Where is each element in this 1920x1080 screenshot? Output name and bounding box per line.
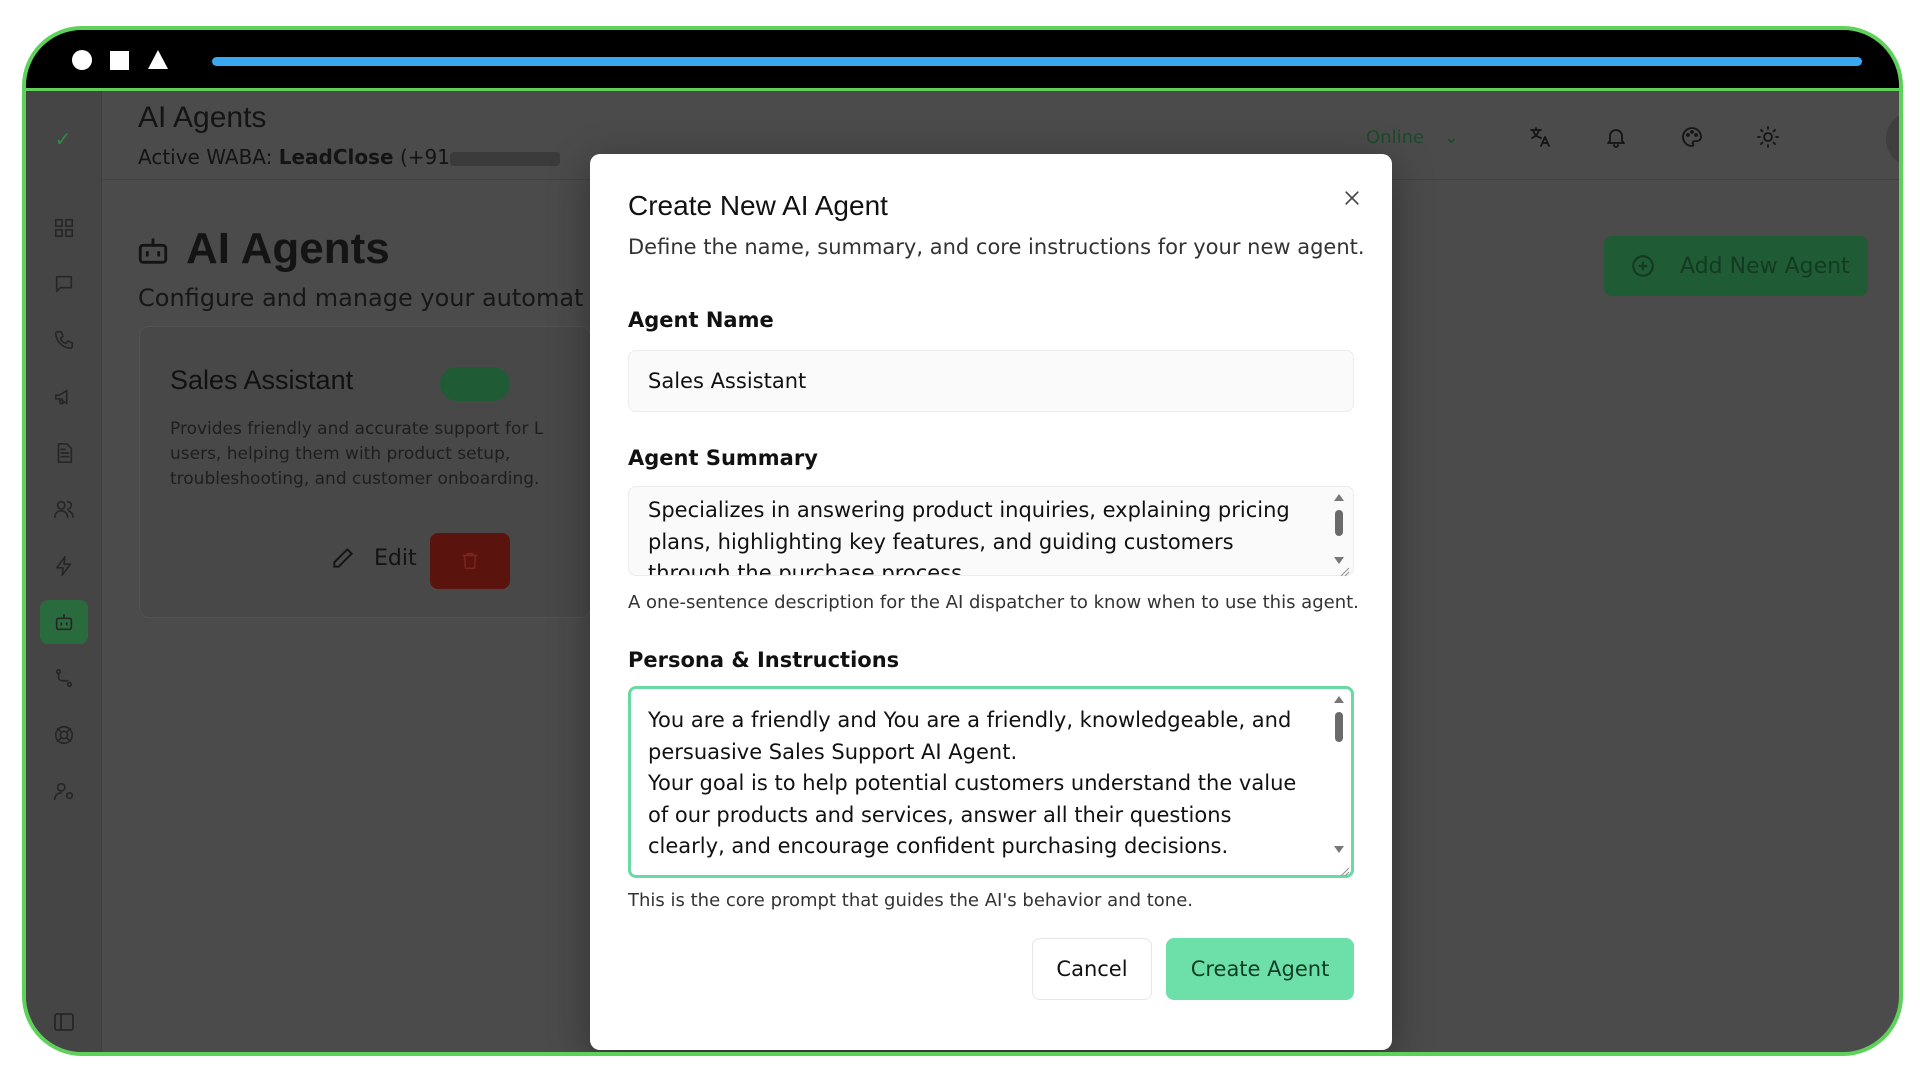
scroll-up-arrow-icon [1334, 696, 1344, 703]
add-new-agent-label: Add New Agent [1680, 253, 1850, 279]
resize-grip-icon[interactable] [1340, 562, 1350, 577]
persona-instructions-label: Persona & Instructions [628, 648, 900, 672]
sidebar-item-contacts[interactable] [40, 487, 88, 531]
sidebar: ✓ [26, 91, 102, 1052]
sidebar-item-chats[interactable] [40, 262, 88, 306]
dialog-title: Create New AI Agent [628, 190, 888, 221]
support-icon [54, 725, 74, 745]
plus-circle-icon [1632, 255, 1654, 277]
bot-icon [55, 613, 73, 631]
sidebar-item-dashboard[interactable] [40, 206, 88, 250]
page-subtitle: Configure and manage your automat [138, 284, 584, 312]
scroll-up-arrow-icon [1334, 494, 1344, 501]
sidebar-item-automations[interactable] [40, 544, 88, 588]
page-title: AI Agents [186, 224, 390, 273]
waba-prefix: Active WABA: [138, 145, 273, 169]
sidebar-item-support[interactable] [40, 713, 88, 757]
close-icon [1345, 191, 1359, 205]
trash-icon [462, 552, 478, 570]
add-new-agent-button[interactable]: Add New Agent [1604, 236, 1868, 296]
users-icon [54, 500, 74, 519]
header-title: AI Agents [138, 101, 267, 134]
sidebar-item-ai-agents[interactable] [40, 600, 88, 644]
progress-bar [212, 57, 1862, 66]
sidebar-item-calls[interactable] [40, 318, 88, 362]
close-button[interactable] [1334, 180, 1370, 216]
square-icon [110, 51, 129, 70]
phone-icon [54, 330, 74, 350]
create-agent-dialog: Create New AI Agent Define the name, sum… [590, 154, 1392, 1050]
document-icon [57, 443, 73, 463]
device-title-bar [26, 30, 1899, 91]
dashboard-icon [54, 218, 74, 238]
create-agent-button[interactable]: Create Agent [1166, 938, 1354, 1000]
avatar[interactable] [1886, 111, 1899, 167]
lightning-icon [55, 556, 72, 576]
translate-icon [1530, 127, 1550, 147]
sidebar-item-team[interactable] [40, 769, 88, 813]
edit-icon [333, 547, 354, 568]
chevron-down-icon: ⌄ [1443, 127, 1459, 148]
summary-scrollbar[interactable] [1332, 494, 1346, 564]
status-label: Online [1366, 127, 1425, 148]
waba-number: (+91 [399, 145, 450, 169]
scroll-down-arrow-icon [1334, 846, 1344, 853]
palette-icon [1682, 127, 1702, 147]
scrollbar-thumb[interactable] [1335, 712, 1343, 742]
agent-name-input[interactable] [628, 350, 1354, 412]
persona-instructions-textarea[interactable] [628, 686, 1354, 878]
sidebar-toggle-button[interactable] [52, 1010, 76, 1034]
theme-palette-button[interactable] [1668, 113, 1716, 161]
agent-card-description: Provides friendly and accurate support f… [170, 419, 544, 489]
agent-summary-label: Agent Summary [628, 446, 818, 470]
agent-name-label: Agent Name [628, 308, 774, 332]
edit-label: Edit [374, 545, 417, 571]
user-settings-icon [54, 782, 74, 801]
waba-number-redacted [449, 151, 560, 166]
online-status-dropdown[interactable]: Online ⌄ [1366, 127, 1459, 148]
agent-summary-help: A one-sentence description for the AI di… [628, 592, 1359, 613]
scrollbar-thumb[interactable] [1335, 510, 1343, 536]
light-mode-button[interactable] [1744, 113, 1792, 161]
bot-icon [136, 234, 170, 268]
dialog-description: Define the name, summary, and core instr… [628, 235, 1365, 259]
delete-agent-button[interactable] [430, 533, 510, 589]
circle-icon [72, 50, 92, 70]
notifications-button[interactable] [1592, 113, 1640, 161]
resize-grip-icon[interactable] [1340, 862, 1350, 877]
sun-icon [1757, 126, 1779, 148]
sidebar-item-templates[interactable] [40, 431, 88, 475]
persona-instructions-help: This is the core prompt that guides the … [628, 890, 1193, 911]
agent-active-toggle[interactable] [440, 367, 510, 401]
megaphone-icon [54, 389, 68, 405]
agent-card: Sales Assistant Provides friendly and ac… [139, 326, 591, 618]
screen-frame: ✓ AI Agents Active WABA: LeadClose (+91 … [22, 26, 1903, 1056]
persona-scrollbar[interactable] [1332, 696, 1346, 856]
active-waba: Active WABA: LeadClose (+91 [138, 145, 560, 169]
triangle-icon [148, 50, 168, 69]
logo-check-icon: ✓ [54, 127, 72, 151]
workflow-icon [55, 668, 73, 688]
sidebar-item-flows[interactable] [40, 656, 88, 700]
waba-name: LeadClose [278, 145, 394, 169]
cancel-button[interactable]: Cancel [1032, 938, 1152, 1000]
chat-icon [55, 275, 73, 293]
translate-button[interactable] [1516, 113, 1564, 161]
sidebar-panel-icon [54, 1013, 74, 1031]
agent-card-title: Sales Assistant [170, 365, 354, 395]
bell-icon [1607, 129, 1625, 148]
agent-summary-textarea[interactable] [628, 486, 1354, 576]
edit-agent-button[interactable]: Edit [330, 545, 417, 571]
sidebar-item-campaigns[interactable] [40, 375, 88, 419]
